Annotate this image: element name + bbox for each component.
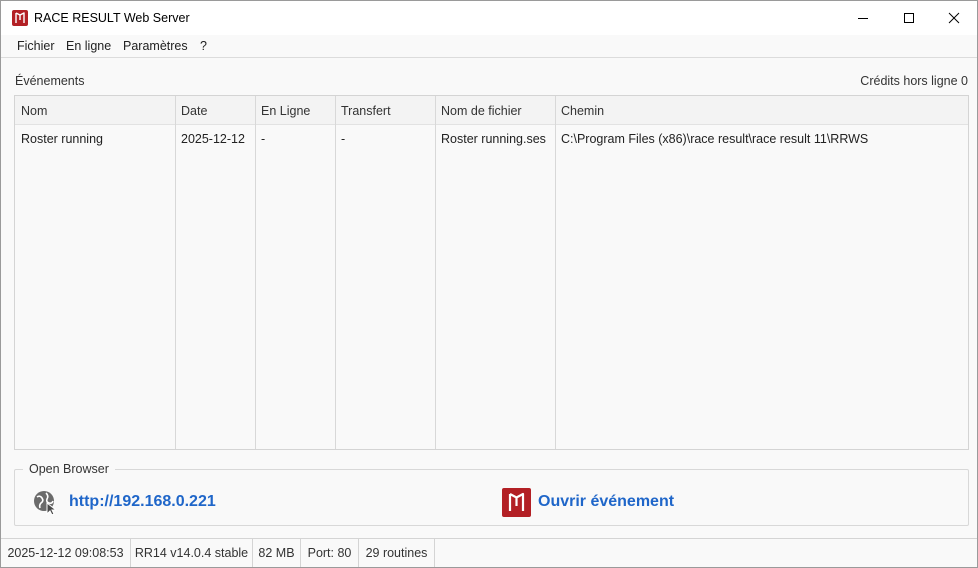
globe-link-icon[interactable] [32, 489, 58, 516]
column-divider[interactable] [435, 96, 436, 449]
cell-date: 2025-12-12 [181, 132, 245, 146]
cell-nom-de-fichier: Roster running.ses [441, 132, 546, 146]
column-header-nom-de-fichier[interactable]: Nom de fichier [441, 104, 522, 118]
cell-chemin: C:\Program Files (x86)\race result\race … [561, 132, 869, 146]
events-section-label: Événements [15, 74, 85, 88]
column-divider[interactable] [255, 96, 256, 449]
race-result-logo-icon [12, 10, 28, 26]
menu-help[interactable]: ? [200, 39, 207, 53]
column-header-nom[interactable]: Nom [21, 104, 47, 118]
column-divider[interactable] [175, 96, 176, 449]
cell-en-ligne: - [261, 132, 266, 146]
status-port: Port: 80 [301, 539, 359, 567]
status-version: RR14 v14.0.4 stable [131, 539, 253, 567]
close-button[interactable] [931, 1, 977, 35]
menu-en-ligne[interactable]: En ligne [66, 39, 111, 53]
status-datetime: 2025-12-12 09:08:53 [1, 539, 131, 567]
menu-fichier[interactable]: Fichier [17, 39, 55, 53]
cell-nom: Roster running [21, 132, 103, 146]
maximize-icon [904, 13, 914, 23]
minimize-button[interactable] [840, 1, 886, 35]
column-header-transfert[interactable]: Transfert [341, 104, 391, 118]
open-browser-title: Open Browser [23, 462, 115, 476]
cell-transfert: - [341, 132, 346, 146]
maximize-button[interactable] [886, 1, 932, 35]
close-icon [948, 12, 960, 24]
column-divider[interactable] [555, 96, 556, 449]
window-title: RACE RESULT Web Server [34, 11, 190, 25]
column-divider[interactable] [335, 96, 336, 449]
events-table: Nom Date En Ligne Transfert Nom de fichi… [14, 95, 969, 450]
minimize-icon [858, 18, 868, 19]
menu-parametres[interactable]: Paramètres [123, 39, 188, 53]
column-header-chemin[interactable]: Chemin [561, 104, 604, 118]
server-url-link[interactable]: http://192.168.0.221 [69, 493, 216, 511]
column-header-date[interactable]: Date [181, 104, 207, 118]
open-event-link[interactable]: Ouvrir événement [538, 493, 674, 511]
offline-credits: Crédits hors ligne 0 [860, 74, 968, 88]
status-bar: 2025-12-12 09:08:53 RR14 v14.0.4 stable … [1, 538, 977, 567]
column-header-en-ligne[interactable]: En Ligne [261, 104, 310, 118]
app-window: RACE RESULT Web Server Fichier En ligne … [0, 0, 978, 568]
status-routines: 29 routines [359, 539, 435, 567]
open-event-icon[interactable] [502, 488, 531, 517]
title-bar: RACE RESULT Web Server [1, 1, 977, 35]
status-memory: 82 MB [253, 539, 301, 567]
menu-bar: Fichier En ligne Paramètres ? [1, 35, 977, 58]
